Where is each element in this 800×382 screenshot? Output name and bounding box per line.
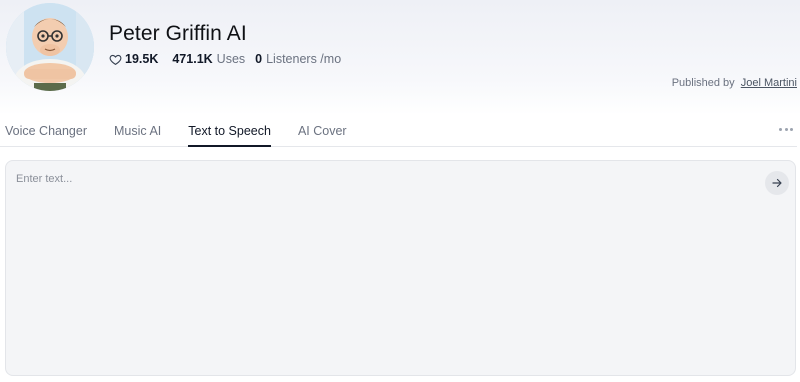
page-title: Peter Griffin AI [109, 22, 247, 45]
tab-ai-cover[interactable]: AI Cover [298, 117, 347, 147]
uses-label: Uses [216, 52, 246, 66]
listeners-label: Listeners /mo [266, 52, 342, 66]
send-button[interactable] [765, 171, 789, 195]
more-dot [784, 127, 788, 131]
more-horizontal-icon[interactable] [779, 126, 793, 132]
more-dot [779, 127, 782, 131]
published-by: Published by Joel Martini [672, 77, 797, 89]
listeners-count: 0 [255, 52, 263, 66]
tab-text-to-speech[interactable]: Text to Speech [188, 117, 271, 147]
more-dot [790, 127, 793, 131]
heart-icon[interactable] [109, 53, 122, 66]
tab-music-ai[interactable]: Music AI [114, 117, 161, 147]
text-editor [5, 160, 796, 376]
stats-bar: 19.5K 471.1K Uses 0 Listeners /mo [109, 52, 351, 66]
uses-count: 471.1K [172, 52, 213, 66]
tab-voice-changer[interactable]: Voice Changer [5, 117, 87, 147]
likes-stat[interactable]: 19.5K [109, 52, 162, 66]
arrow-right-icon [772, 178, 782, 188]
avatar [6, 3, 94, 91]
likes-count: 19.5K [125, 52, 159, 66]
tab-bar: Voice Changer Music AI Text to Speech AI… [0, 117, 797, 147]
publisher-link[interactable]: Joel Martini [741, 77, 797, 89]
uses-stat: 471.1K Uses [172, 52, 245, 66]
listeners-stat: 0 Listeners /mo [255, 52, 341, 66]
published-prefix: Published by [671, 77, 735, 89]
text-input[interactable] [6, 161, 795, 375]
